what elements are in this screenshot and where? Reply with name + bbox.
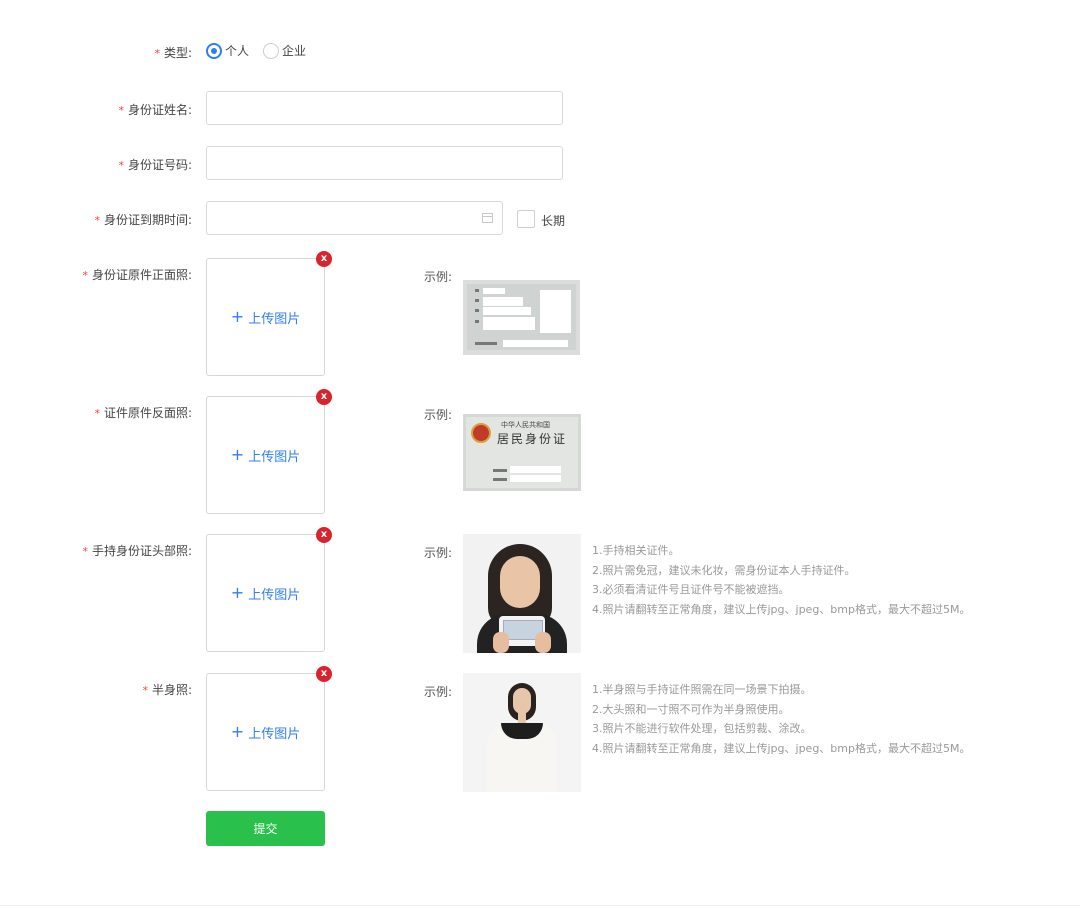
hold-note: 2.照片需免冠，建议未化妆，需身份证本人手持证件。 bbox=[592, 563, 856, 577]
back-example-label: 示例: bbox=[424, 408, 453, 422]
hold-note: 4.照片请翻转至正常角度，建议上传jpg、jpeg、bmp格式，最大不超过5M。 bbox=[592, 602, 971, 616]
front-photo-label: * 身份证原件正面照: bbox=[82, 268, 192, 282]
submit-button[interactable]: 提交 bbox=[206, 811, 325, 846]
hold-id-upload-button[interactable]: + 上传图片 bbox=[206, 534, 325, 652]
radio-enterprise-label[interactable]: 企业 bbox=[282, 42, 306, 59]
bottom-divider bbox=[0, 905, 1080, 906]
radio-personal-label[interactable]: 个人 bbox=[225, 42, 249, 59]
calendar-icon[interactable] bbox=[482, 213, 493, 223]
upload-text: 上传图片 bbox=[248, 449, 301, 465]
half-body-photo-label: * 半身照: bbox=[142, 683, 192, 697]
half-note: 1.半身照与手持证件照需在同一场景下拍摄。 bbox=[592, 683, 812, 696]
back-photo-label: * 证件原件反面照: bbox=[94, 406, 192, 420]
long-term-checkbox[interactable] bbox=[517, 210, 535, 228]
expiry-label: * 身份证到期时间: bbox=[94, 213, 192, 227]
half-body-upload-button[interactable]: + 上传图片 bbox=[206, 673, 325, 791]
upload-text: 上传图片 bbox=[248, 311, 301, 327]
plus-icon: + bbox=[230, 307, 245, 326]
type-label: * 类型: bbox=[154, 46, 192, 60]
front-delete-icon[interactable]: x bbox=[316, 251, 332, 267]
hold-note: 1.手持相关证件。 bbox=[592, 544, 680, 557]
half-body-example-label: 示例: bbox=[424, 685, 453, 699]
hold-note: 3.必须看清证件号且证件号不能被遮挡。 bbox=[592, 583, 790, 597]
back-upload-button[interactable]: + 上传图片 bbox=[206, 396, 325, 514]
hold-id-delete-icon[interactable]: x bbox=[316, 527, 332, 543]
half-note: 2.大头照和一寸照不可作为半身照使用。 bbox=[592, 702, 790, 716]
plus-icon: + bbox=[230, 583, 245, 602]
expiry-date-input[interactable] bbox=[206, 201, 503, 235]
front-example-image bbox=[463, 280, 580, 355]
half-note: 3.照片不能进行软件处理，包括剪裁、涂改。 bbox=[592, 722, 812, 736]
front-example-label: 示例: bbox=[424, 270, 453, 284]
hold-id-example-label: 示例: bbox=[424, 546, 453, 560]
id-number-input[interactable] bbox=[206, 146, 563, 180]
back-example-image: 中华人民共和国 居民身份证 bbox=[463, 414, 581, 491]
national-emblem-icon bbox=[471, 423, 491, 443]
id-number-label: * 身份证号码: bbox=[118, 158, 192, 172]
radio-personal[interactable] bbox=[206, 42, 222, 59]
name-input[interactable] bbox=[206, 91, 563, 125]
hold-id-notes: 1.手持相关证件。 2.照片需免冠，建议未化妆，需身份证本人手持证件。 3.必须… bbox=[592, 541, 970, 619]
half-body-notes: 1.半身照与手持证件照需在同一场景下拍摄。 2.大头照和一寸照不可作为半身照使用… bbox=[592, 680, 970, 758]
long-term-label[interactable]: 长期 bbox=[541, 212, 565, 229]
upload-text: 上传图片 bbox=[248, 726, 301, 742]
radio-enterprise[interactable] bbox=[263, 42, 280, 59]
type-radio-group: 个人 企业 bbox=[206, 42, 320, 59]
plus-icon: + bbox=[230, 722, 245, 741]
front-upload-button[interactable]: + 上传图片 bbox=[206, 258, 325, 376]
hold-id-example-photo bbox=[463, 534, 581, 653]
back-delete-icon[interactable]: x bbox=[316, 389, 332, 405]
half-note: 4.照片请翻转至正常角度，建议上传jpg、jpeg、bmp格式，最大不超过5M。 bbox=[592, 741, 971, 755]
hold-id-photo-label: * 手持身份证头部照: bbox=[82, 544, 192, 558]
emblem-text-2: 居民身份证 bbox=[497, 432, 568, 446]
emblem-text-1: 中华人民共和国 bbox=[501, 421, 550, 429]
plus-icon: + bbox=[230, 445, 245, 464]
name-label: * 身份证姓名: bbox=[118, 103, 192, 117]
half-body-example-photo bbox=[463, 673, 581, 792]
half-body-delete-icon[interactable]: x bbox=[316, 666, 332, 682]
upload-text: 上传图片 bbox=[248, 587, 301, 603]
